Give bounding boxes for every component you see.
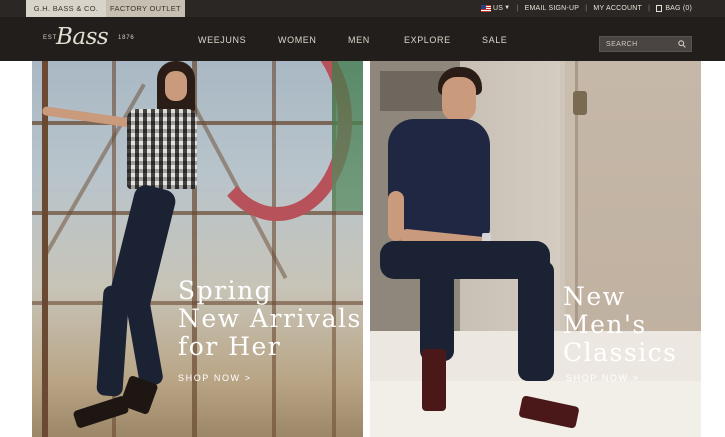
tab-factory-outlet[interactable]: FACTORY OUTLET	[106, 0, 185, 17]
nav-women[interactable]: WOMEN	[278, 34, 317, 46]
bag-icon	[656, 5, 663, 12]
main-nav: EST Bass 1876 WEEJUNS WOMEN MEN EXPLORE …	[0, 17, 725, 61]
search-input[interactable]	[600, 37, 675, 51]
nav-explore[interactable]: EXPLORE	[404, 34, 451, 46]
divider: |	[516, 5, 519, 12]
my-account-link[interactable]: MY ACCOUNT	[593, 0, 642, 17]
logo-year: 1876	[118, 35, 135, 41]
caret-down-icon: ▼	[504, 5, 511, 11]
hero-men-shop-now[interactable]: SHOP NOW >	[566, 373, 640, 383]
nav-men[interactable]: MEN	[348, 34, 370, 46]
search-box	[599, 36, 692, 52]
hero-women-headline: Spring New Arrivals for Her	[178, 276, 362, 361]
logo-est: EST	[43, 35, 58, 41]
hero-men-headline: New Men's Classics	[563, 282, 678, 367]
divider: |	[648, 5, 651, 12]
utility-bar: G.H. BASS & CO. FACTORY OUTLET US▼ | EMA…	[0, 0, 725, 17]
tab-gh-bass[interactable]: G.H. BASS & CO.	[26, 0, 106, 17]
divider: |	[585, 5, 588, 12]
country-selector[interactable]: US▼	[481, 0, 510, 17]
hero-men-classics[interactable]: New Men's Classics SHOP NOW >	[370, 61, 701, 437]
nav-sale[interactable]: SALE	[482, 34, 507, 46]
hero-women-spring[interactable]: Spring New Arrivals for Her SHOP NOW >	[32, 61, 363, 437]
hero-women-shop-now[interactable]: SHOP NOW >	[178, 373, 252, 383]
email-signup-link[interactable]: EMAIL SIGN-UP	[525, 0, 579, 17]
logo-wordmark: Bass	[56, 24, 109, 50]
bag-link[interactable]: BAG (0)	[656, 0, 692, 17]
nav-weejuns[interactable]: WEEJUNS	[198, 34, 246, 46]
us-flag-icon	[481, 5, 491, 12]
search-icon[interactable]	[678, 40, 686, 48]
utility-links: US▼ | EMAIL SIGN-UP | MY ACCOUNT | BAG (…	[481, 0, 692, 17]
